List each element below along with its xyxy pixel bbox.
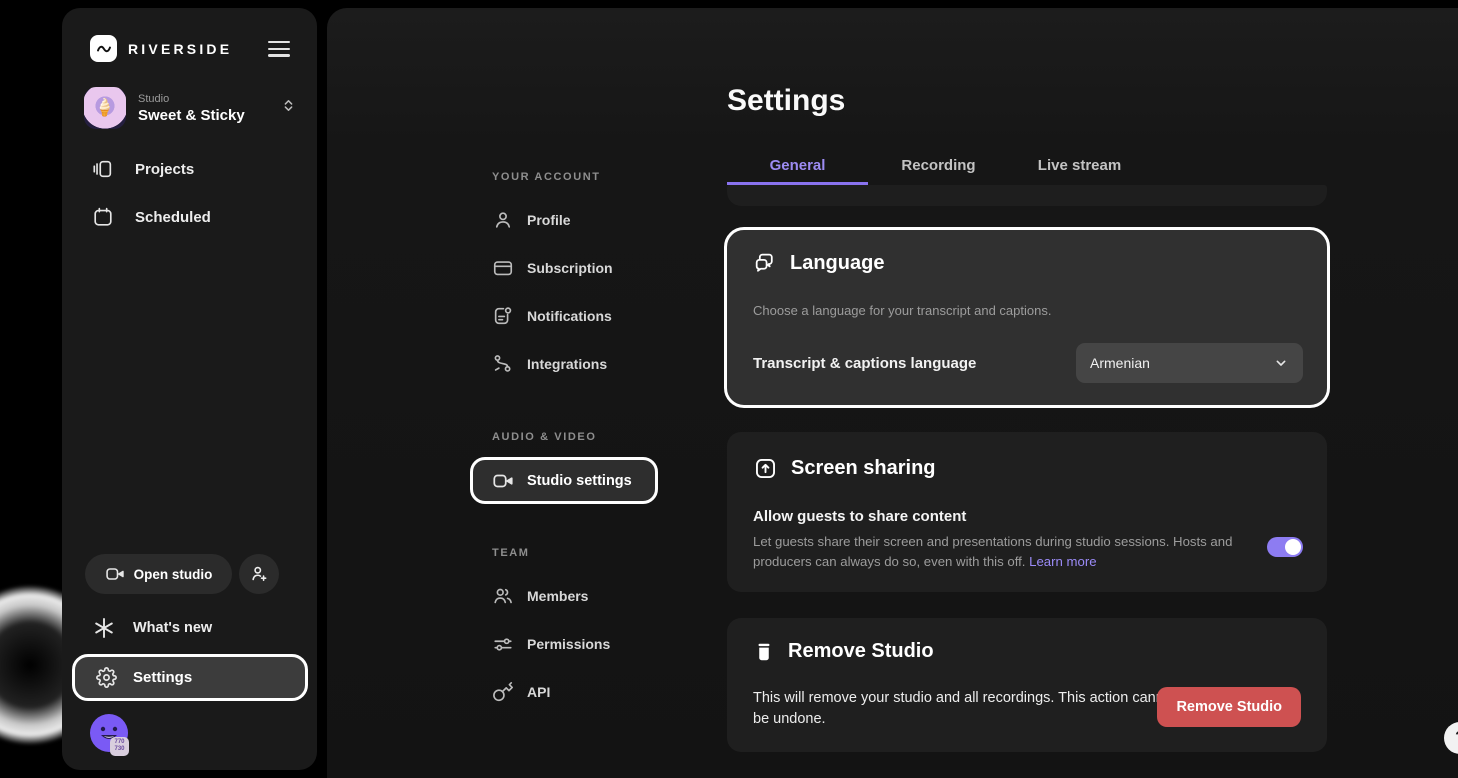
nav-item-api[interactable]: API: [492, 680, 550, 704]
open-studio-button[interactable]: Open studio: [85, 554, 232, 594]
page-title: Settings: [727, 84, 845, 118]
allow-guests-label: Allow guests to share content: [753, 508, 966, 525]
avatar-badge: 770730: [110, 737, 129, 756]
tab-general[interactable]: General: [727, 148, 868, 185]
nav-item-permissions[interactable]: Permissions: [492, 632, 610, 656]
remove-studio-description: This will remove your studio and all rec…: [753, 688, 1185, 730]
screen-sharing-header: Screen sharing: [753, 456, 936, 481]
toggle-knob: [1285, 539, 1301, 555]
person-add-icon: [249, 564, 269, 584]
invite-button[interactable]: [239, 554, 279, 594]
language-card-title: Language: [790, 252, 884, 275]
studio-avatar: 🍦: [84, 87, 126, 129]
sliders-icon: [492, 633, 514, 655]
remove-studio-header: Remove Studio: [753, 640, 934, 663]
integrations-icon: [492, 353, 514, 375]
video-camera-icon: [105, 564, 125, 584]
learn-more-link[interactable]: Learn more: [1029, 554, 1096, 569]
tab-bar: General Recording Live stream: [727, 148, 1150, 185]
chevron-down-icon: [1273, 355, 1289, 371]
gear-icon: [96, 667, 117, 688]
calendar-icon: [92, 206, 114, 228]
nav-item-subscription[interactable]: Subscription: [492, 256, 613, 280]
chat-bubbles-icon: [752, 251, 777, 276]
main-panel: YOUR ACCOUNT Profile Subscription Notifi…: [327, 8, 1458, 778]
notification-doc-icon: [492, 305, 514, 327]
card-icon: [492, 257, 514, 279]
remove-studio-button[interactable]: Remove Studio: [1157, 687, 1301, 727]
sidebar-item-label: Scheduled: [135, 209, 211, 226]
screen-sharing-title: Screen sharing: [791, 457, 936, 480]
nav-item-notifications[interactable]: Notifications: [492, 304, 612, 328]
screen-share-icon: [753, 456, 778, 481]
remove-studio-card: Remove Studio This will remove your stud…: [727, 618, 1327, 752]
scrolled-card-partial: [727, 185, 1327, 206]
sidebar-item-label: Projects: [135, 161, 194, 178]
studio-name: Sweet & Sticky: [138, 107, 245, 124]
screen-sharing-card: Screen sharing Allow guests to share con…: [727, 432, 1327, 592]
nav-section-audio-video: AUDIO & VIDEO: [492, 431, 597, 443]
settings-label: Settings: [133, 669, 192, 686]
settings-content: Settings General Recording Live stream L…: [727, 8, 1327, 778]
language-card-description: Choose a language for your transcript an…: [753, 303, 1051, 318]
allow-guests-description-text: Let guests share their screen and presen…: [753, 534, 1232, 569]
sidebar-item-scheduled[interactable]: Scheduled: [92, 206, 211, 228]
projects-icon: [92, 158, 114, 180]
sparkle-asterisk-icon: [92, 616, 116, 640]
nav-item-integrations[interactable]: Integrations: [492, 352, 607, 376]
transcript-language-label: Transcript & captions language: [753, 355, 976, 372]
nav-item-label: Permissions: [527, 636, 610, 652]
user-icon: [492, 209, 514, 231]
sidebar-item-settings[interactable]: Settings: [72, 654, 308, 701]
allow-guests-toggle[interactable]: [1267, 537, 1303, 557]
brand[interactable]: RIVERSIDE: [90, 35, 232, 62]
nav-item-label: Members: [527, 588, 588, 604]
tab-live-stream[interactable]: Live stream: [1009, 148, 1150, 185]
sidebar-item-projects[interactable]: Projects: [92, 158, 194, 180]
language-card: Language Choose a language for your tran…: [724, 227, 1330, 408]
brand-name: RIVERSIDE: [128, 41, 232, 57]
whats-new-label: What's new: [133, 620, 212, 636]
unfold-chevrons-icon: [281, 98, 296, 118]
language-card-header: Language: [752, 251, 884, 276]
allow-guests-description: Let guests share their screen and presen…: [753, 532, 1278, 573]
sidebar: RIVERSIDE 🍦 Studio Sweet & Sticky Projec…: [62, 8, 317, 770]
nav-item-label: Notifications: [527, 308, 612, 324]
language-dropdown[interactable]: Armenian: [1076, 343, 1303, 383]
nav-item-profile[interactable]: Profile: [492, 208, 571, 232]
nav-section-your-account: YOUR ACCOUNT: [492, 171, 601, 183]
language-dropdown-value: Armenian: [1090, 355, 1150, 371]
studio-label: Studio: [138, 93, 245, 105]
open-studio-label: Open studio: [134, 567, 213, 582]
nav-item-label: API: [527, 684, 550, 700]
riverside-logo-icon: [90, 35, 117, 62]
nav-item-label: Integrations: [527, 356, 607, 372]
nav-item-label: Profile: [527, 212, 571, 228]
nav-section-team: TEAM: [492, 547, 530, 559]
studio-switcher[interactable]: 🍦 Studio Sweet & Sticky: [84, 87, 296, 129]
nav-item-studio-settings[interactable]: Studio settings: [470, 457, 658, 504]
nav-item-label: Studio settings: [527, 473, 632, 489]
nav-item-members[interactable]: Members: [492, 584, 588, 608]
nav-item-label: Subscription: [527, 260, 613, 276]
whats-new-button[interactable]: What's new: [92, 616, 212, 640]
menu-icon[interactable]: [268, 41, 290, 57]
trash-icon: [753, 641, 775, 663]
members-icon: [492, 585, 514, 607]
remove-studio-title: Remove Studio: [788, 640, 934, 663]
video-camera-icon: [492, 470, 514, 492]
key-icon: [492, 681, 514, 703]
tab-recording[interactable]: Recording: [868, 148, 1009, 185]
